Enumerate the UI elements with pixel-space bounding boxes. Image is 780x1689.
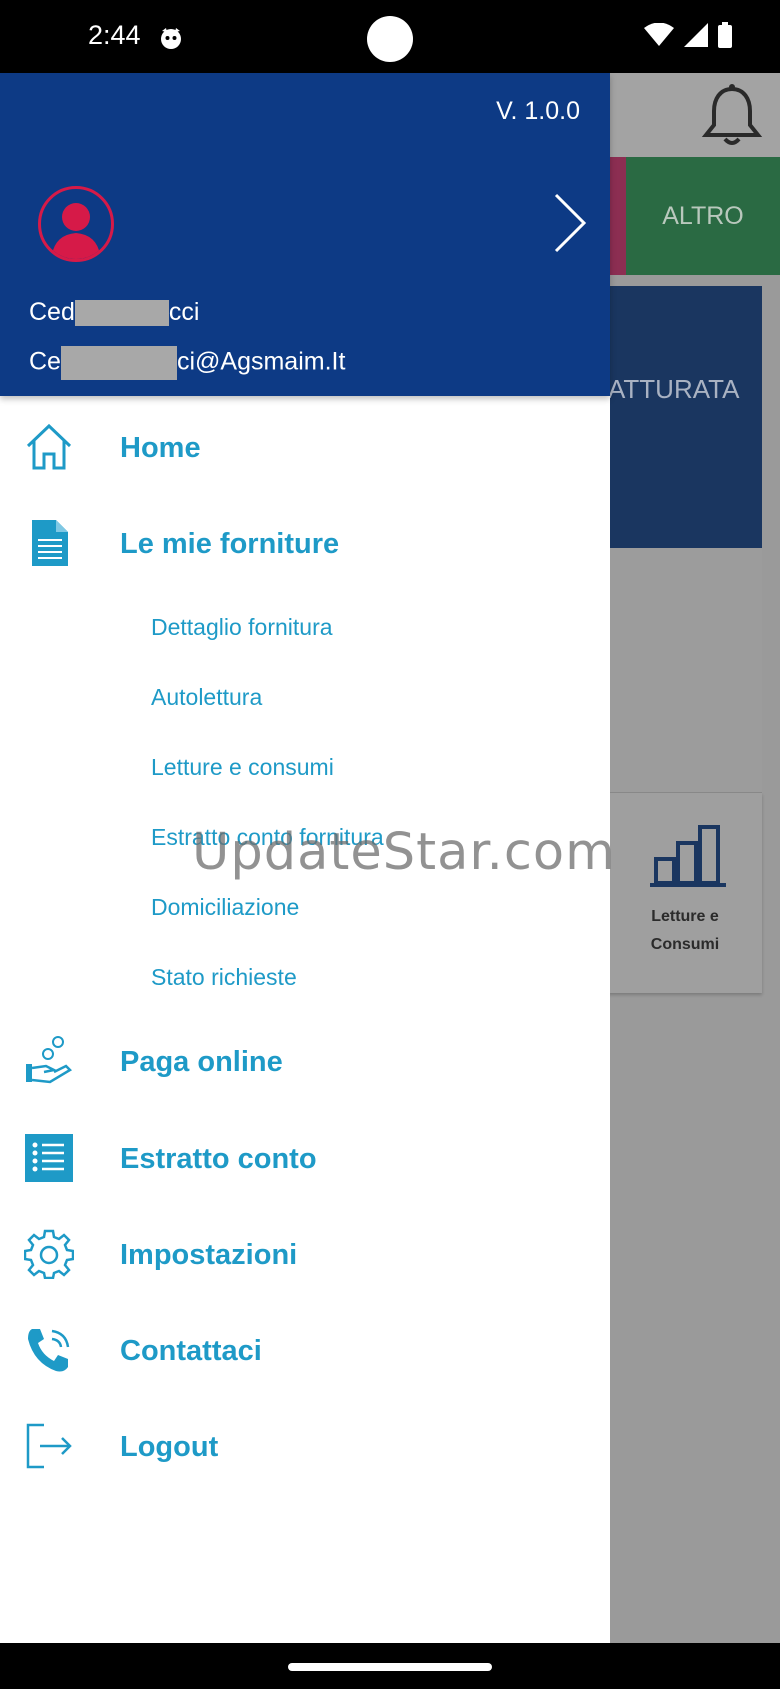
redaction-bar <box>74 300 169 327</box>
phone-icon <box>28 1329 70 1372</box>
home-gesture-handle[interactable] <box>288 1663 492 1671</box>
status-bar: 2:44 <box>0 0 780 73</box>
wifi-icon <box>644 23 674 46</box>
submenu-stato-richieste[interactable]: Stato richieste <box>151 964 297 991</box>
app-version: V. 1.0.0 <box>496 97 580 125</box>
status-time: 2:44 <box>88 20 141 50</box>
bell-icon[interactable] <box>700 83 764 149</box>
card-label-line2: Consumi <box>650 936 720 953</box>
menu-label-estratto-conto: Estratto conto <box>120 1143 317 1175</box>
menu-item-forniture[interactable]: Le mie forniture <box>0 503 610 583</box>
submenu-domiciliazione[interactable]: Domiciliazione <box>151 894 299 921</box>
submenu-letture-consumi[interactable]: Letture e consumi <box>151 754 334 781</box>
user-name: Ced cci <box>29 298 199 327</box>
menu-item-home[interactable]: Home <box>0 407 610 487</box>
avatar[interactable] <box>38 186 114 262</box>
user-icon <box>51 203 101 259</box>
drawer-header: V. 1.0.0 Ced cci Ce ci@Agsmaim.It <box>0 73 610 396</box>
menu-item-impostazioni[interactable]: Impostazioni <box>0 1214 610 1294</box>
menu-label-logout: Logout <box>120 1431 219 1463</box>
letture-consumi-label: Letture e Consumi <box>608 903 762 959</box>
background-tab-strip <box>608 157 626 275</box>
gear-icon <box>24 1229 74 1279</box>
menu-label-contattaci: Contattaci <box>120 1335 262 1367</box>
user-name-end: cci <box>168 298 200 326</box>
bar-chart-icon <box>650 825 726 887</box>
menu-item-logout[interactable]: Logout <box>0 1406 610 1486</box>
payment-hand-icon <box>26 1036 73 1084</box>
list-icon <box>25 1134 73 1182</box>
user-email-end: ci@Agsmaim.It <box>176 347 346 376</box>
menu-item-contattaci[interactable]: Contattaci <box>0 1310 610 1390</box>
signal-icon <box>684 23 708 47</box>
system-nav-bar <box>0 1643 780 1689</box>
menu-label-paga-online: Paga online <box>120 1046 283 1078</box>
menu-label-forniture: Le mie forniture <box>120 528 340 560</box>
card-label-line1: Letture e <box>651 908 719 925</box>
battery-icon <box>718 22 732 48</box>
menu-item-paga-online[interactable]: Paga online <box>0 1021 610 1101</box>
home-icon <box>26 423 72 470</box>
background-card-text: ATTURATA <box>608 374 740 404</box>
submenu-autolettura[interactable]: Autolettura <box>151 684 262 711</box>
camera-cutout <box>367 16 413 62</box>
background-card-fatturata: ATTURATA <box>608 286 762 548</box>
submenu-dettaglio-fornitura[interactable]: Dettaglio fornitura <box>151 614 333 641</box>
tab-altro[interactable]: ALTRO <box>626 157 780 275</box>
user-email-start: Ce <box>29 347 61 376</box>
letture-consumi-card[interactable]: Letture e Consumi <box>608 793 762 993</box>
menu-label-home: Home <box>120 432 201 464</box>
status-icons <box>644 22 732 48</box>
document-icon <box>32 520 68 566</box>
background-card <box>608 548 762 793</box>
logout-icon <box>26 1423 72 1469</box>
watermark-text: UpdateStar.com <box>192 823 616 882</box>
redaction-bar <box>60 346 177 380</box>
user-name-start: Ced <box>29 298 75 326</box>
chevron-right-icon[interactable] <box>552 191 588 255</box>
menu-item-estratto-conto[interactable]: Estratto conto <box>0 1118 610 1198</box>
menu-label-impostazioni: Impostazioni <box>120 1239 298 1271</box>
user-email: Ce ci@Agsmaim.It <box>29 346 345 380</box>
notification-cat-icon <box>161 28 181 49</box>
